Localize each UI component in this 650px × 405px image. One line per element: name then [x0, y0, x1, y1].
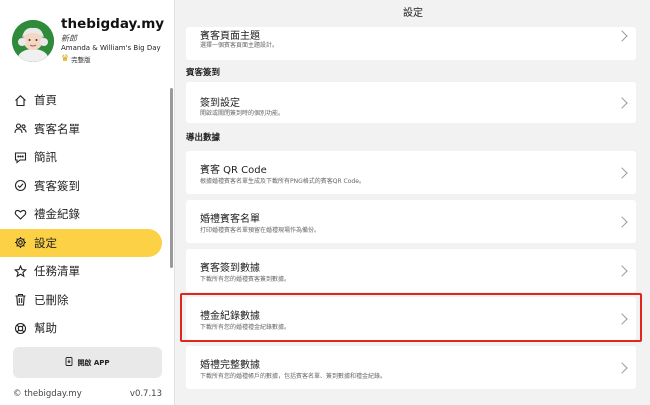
page-title: 設定 [176, 0, 650, 27]
settings-card-full-data[interactable]: 婚禮完整數據 下載所有您的婚禮帳戶的數據，包括賓客名單、簽到數據和禮金紀錄。 [186, 346, 636, 389]
chevron-right-icon [616, 97, 628, 109]
help-icon [14, 322, 27, 335]
profile-block: thebigday.my 新郎 Amanda & William's Big D… [12, 16, 172, 68]
copyright-text: © thebigday.my [13, 389, 82, 399]
card-desc: 選擇一個賓客頁面主題設計。 [200, 42, 279, 49]
settings-main: 設定 賓客頁面主題 選擇一個賓客頁面主題設計。 賓客簽到 簽到設定 開啟或關閉簽… [176, 0, 650, 405]
sidebar-item-label: 設定 [34, 235, 57, 250]
check-badge-icon [14, 179, 27, 192]
phone-icon [65, 357, 73, 368]
card-title: 簽到設定 [200, 98, 240, 109]
sidebar-item-label: 任務清單 [34, 264, 80, 279]
sidebar-item-help[interactable]: 幫助 [0, 314, 175, 343]
card-title: 婚禮賓客名單 [200, 214, 260, 225]
heart-icon [14, 208, 27, 221]
sidebar-item-label: 賓客名單 [34, 121, 80, 136]
card-desc: 根據婚禮賓客名單生成及下載所有PNG格式的賓客QR Code。 [200, 178, 365, 185]
crown-icon: ♛ [61, 53, 70, 64]
home-icon [14, 94, 27, 107]
sidebar-item-guests[interactable]: 賓客名單 [0, 115, 175, 144]
sidebar-item-label: 賓客簽到 [34, 178, 80, 193]
chevron-right-icon [616, 30, 628, 42]
sidebar-item-messages[interactable]: 簡訊 [0, 143, 175, 172]
event-name: Amanda & William's Big Day [61, 44, 161, 52]
card-desc: 開啟或關閉簽到時的個別功能。 [200, 110, 285, 117]
sidebar-nav: 首頁 賓客名單 簡訊 賓客簽到 禮金紀錄 設定 任務清單 已刪除 幫助 [0, 86, 175, 343]
sidebar-item-label: 簡訊 [34, 150, 57, 165]
chevron-right-icon [616, 362, 628, 374]
card-title: 婚禮完整數據 [200, 360, 260, 371]
settings-card-qr-code[interactable]: 賓客 QR Code 根據婚禮賓客名單生成及下載所有PNG格式的賓客QR Cod… [186, 151, 636, 194]
user-role: 新郎 [61, 34, 77, 43]
settings-card-guest-list[interactable]: 婚禮賓客名單 打印婚禮賓客名單預留在婚禮現場作為備份。 [186, 200, 636, 243]
card-title: 賓客 QR Code [200, 165, 267, 176]
plan-badge: ♛ 完整版 [61, 54, 91, 64]
site-name: thebigday.my [61, 16, 165, 32]
sidebar-scrollbar[interactable] [170, 88, 173, 268]
message-icon [14, 151, 27, 164]
plan-label: 完整版 [71, 56, 91, 64]
sidebar-item-label: 幫助 [34, 321, 57, 336]
chevron-right-icon [616, 167, 628, 179]
highlight-box [180, 293, 642, 342]
sidebar-item-label: 已刪除 [34, 292, 69, 307]
chevron-right-icon [616, 265, 628, 277]
settings-card-checkin-data[interactable]: 賓客簽到數據 下載所有您的婚禮賓客簽到數據。 [186, 249, 636, 292]
sidebar-item-home[interactable]: 首頁 [0, 86, 175, 115]
sidebar: thebigday.my 新郎 Amanda & William's Big D… [0, 0, 175, 405]
settings-card-theme[interactable]: 賓客頁面主題 選擇一個賓客頁面主題設計。 [186, 27, 636, 60]
card-desc: 打印婚禮賓客名單預留在婚禮現場作為備份。 [200, 227, 321, 234]
settings-card-checkin-settings[interactable]: 簽到設定 開啟或關閉簽到時的個別功能。 [186, 82, 636, 123]
open-app-label: 開啟 APP [77, 358, 110, 367]
open-app-button[interactable]: 開啟 APP [13, 347, 162, 378]
sidebar-item-gifts[interactable]: 禮金紀錄 [0, 200, 175, 229]
section-heading-checkin: 賓客簽到 [186, 68, 221, 78]
card-desc: 下載所有您的婚禮帳戶的數據，包括賓客名單、簽到數據和禮金紀錄。 [200, 373, 387, 380]
card-title: 賓客簽到數據 [200, 263, 260, 274]
sidebar-item-settings[interactable]: 設定 [0, 228, 162, 257]
section-heading-export: 導出數據 [186, 133, 221, 143]
card-desc: 下載所有您的婚禮賓客簽到數據。 [200, 276, 291, 283]
avatar[interactable] [12, 20, 54, 62]
task-icon [14, 264, 27, 278]
chevron-right-icon [616, 216, 628, 228]
sidebar-item-checkin[interactable]: 賓客簽到 [0, 172, 175, 201]
gear-icon [14, 236, 27, 249]
sidebar-item-label: 禮金紀錄 [34, 207, 80, 222]
guests-icon [14, 122, 27, 135]
sidebar-item-label: 首頁 [34, 93, 57, 108]
sidebar-item-tasks[interactable]: 任務清單 [0, 257, 175, 286]
sidebar-item-deleted[interactable]: 已刪除 [0, 286, 175, 315]
sidebar-footer: © thebigday.my v0.7.13 [13, 389, 162, 399]
version-text: v0.7.13 [129, 389, 162, 399]
trash-icon [14, 293, 27, 306]
